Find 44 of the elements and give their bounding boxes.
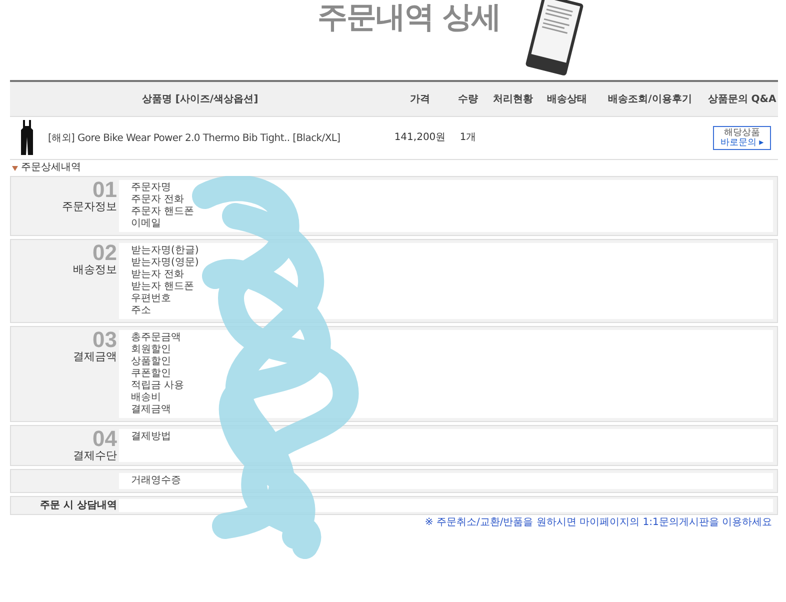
product-name: [해외] Gore Bike Wear Power 2.0 Thermo Bib Tight.. [Black/XL] (48, 132, 340, 145)
product-price: 141,200원 (394, 131, 446, 145)
column-header: 수량 (457, 93, 479, 106)
column-header: 상품문의 Q&A (706, 93, 778, 106)
field-label: 쿠폰할인 (131, 368, 172, 380)
column-header: 처리현황 (492, 93, 534, 106)
section-number: 03 (92, 330, 117, 350)
field-label: 상품할인 (131, 356, 172, 368)
field-label: 주소 (131, 305, 152, 317)
footer-note: ※ 주문취소/교환/반품을 원하시면 마이페이지의 1:1문의게시판을 이용하세요 (424, 517, 772, 529)
section-title: 주문자정보 (62, 200, 117, 213)
field-label: 배송비 (131, 392, 162, 404)
field-label: 주문자 핸드폰 (131, 206, 196, 218)
section-title: 결제수단 (73, 449, 117, 462)
field-label: 받는자명(영문) (131, 257, 200, 269)
product-inquiry-button[interactable]: 해당상품 바로문의 ▸ (713, 126, 771, 150)
section-title: 주문 시 상담내역 (39, 499, 118, 512)
field-label: 받는자 핸드폰 (131, 281, 196, 293)
column-header: 배송조회/이용후기 (607, 93, 693, 106)
column-header: 가격 (409, 93, 431, 106)
field-label: 받는자명(한글) (131, 245, 200, 257)
field-label: 회원할인 (131, 344, 172, 356)
field-label: 거래영수증 (131, 475, 182, 487)
triangle-icon (12, 166, 18, 170)
section-title: 결제금액 (73, 350, 117, 363)
section-title: 배송정보 (73, 263, 117, 276)
section-number: 04 (92, 429, 117, 449)
field-label: 우편번호 (131, 293, 172, 305)
field-label: 이메일 (131, 218, 162, 230)
section-number: 01 (92, 180, 117, 200)
field-label: 받는자 전화 (131, 269, 186, 281)
column-header: 배송상태 (546, 93, 588, 106)
column-header: 상품명 [사이즈/색상옵션] (140, 93, 260, 106)
detail-heading: 주문상세내역 (21, 162, 81, 174)
field-label: 총주문금액 (131, 332, 182, 344)
field-label: 결제금액 (131, 404, 172, 416)
field-label: 주문자 전화 (131, 194, 186, 206)
page-title: 주문내역 상세 (317, 0, 501, 36)
section-number: 02 (92, 243, 117, 263)
field-label: 결제방법 (131, 431, 172, 443)
bib-tights-icon (20, 120, 34, 156)
field-label: 주문자명 (131, 182, 172, 194)
product-quantity: 1개 (460, 131, 476, 145)
field-label: 적립금 사용 (131, 380, 186, 392)
